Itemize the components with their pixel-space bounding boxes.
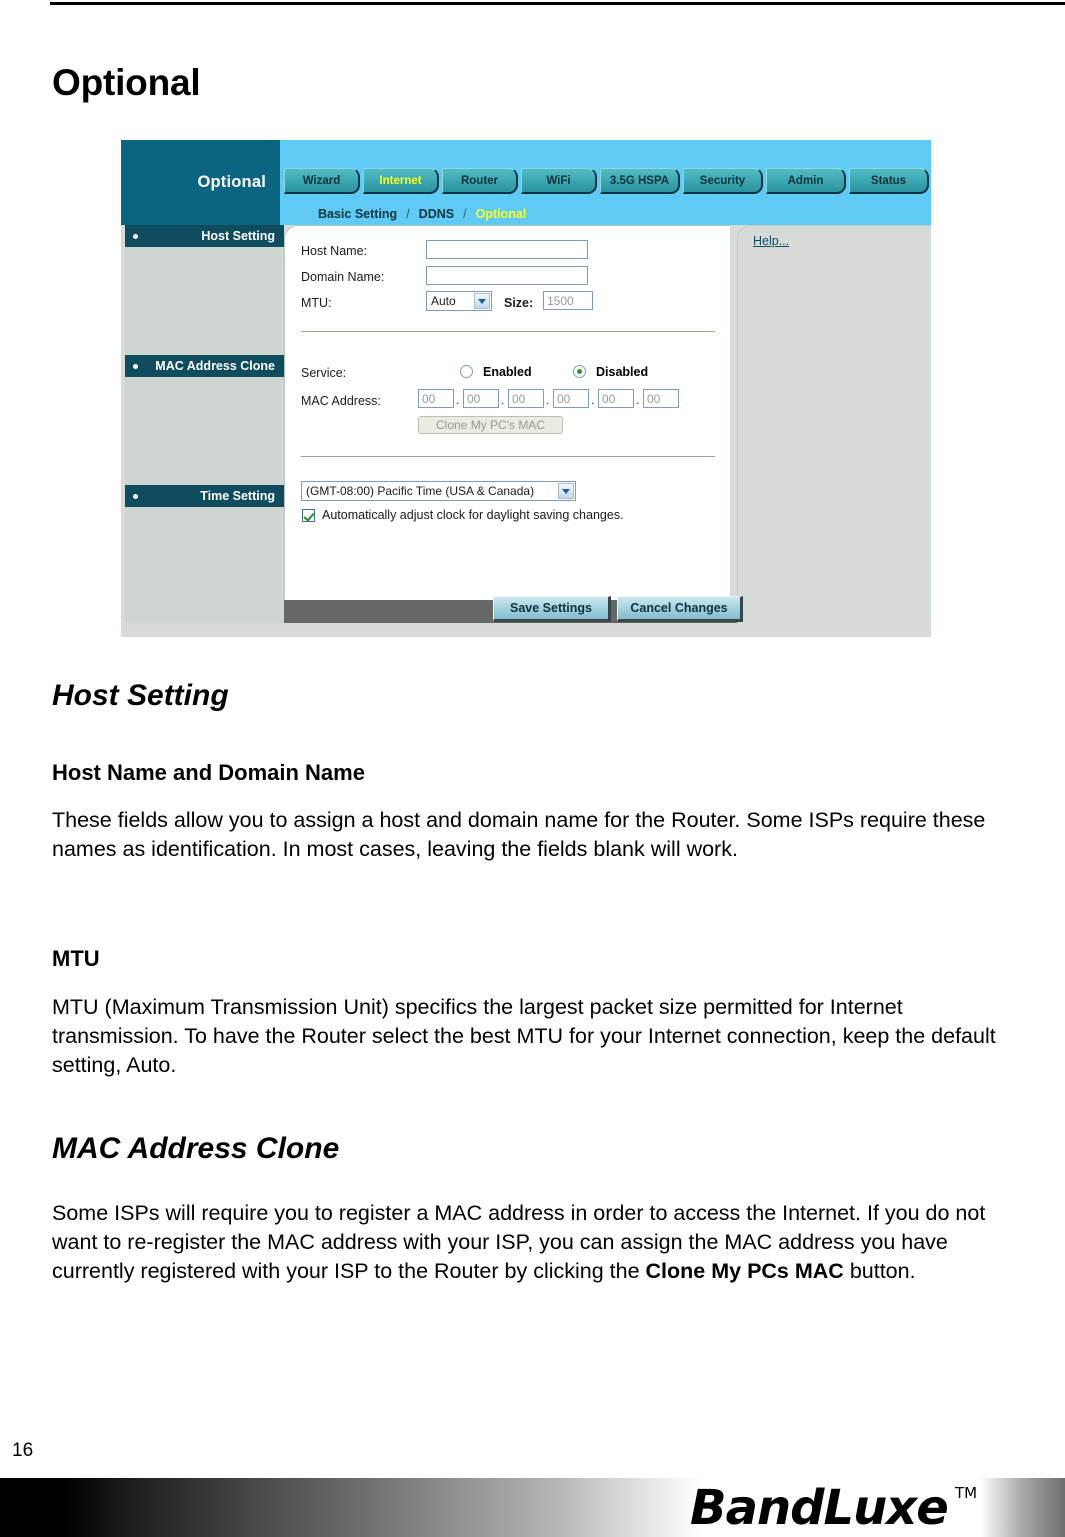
mac-separator: . [636, 393, 640, 407]
mac-octet-6[interactable] [643, 389, 679, 408]
tab-status[interactable]: Status [849, 168, 929, 194]
breadcrumb-item-basic-setting[interactable]: Basic Setting [318, 207, 397, 221]
section-divider [301, 331, 715, 332]
help-panel: Help... [737, 225, 931, 623]
paragraph-bold-term: Clone My PCs MAC [645, 1259, 844, 1283]
sidebar-item-label: Host Setting [201, 229, 275, 243]
service-enabled-radio[interactable] [460, 365, 473, 378]
help-link[interactable]: Help... [753, 234, 789, 248]
mtu-size-input[interactable] [543, 291, 593, 310]
mtu-select[interactable]: Auto [426, 291, 492, 311]
host-name-label: Host Name: [301, 244, 367, 258]
mac-separator: . [456, 393, 460, 407]
tab-security[interactable]: Security [683, 168, 763, 194]
page-number: 16 [12, 1440, 34, 1461]
breadcrumb-separator: / [406, 206, 410, 221]
sidebar-item-label: Time Setting [200, 489, 275, 503]
mac-octet-1[interactable] [418, 389, 454, 408]
mtu-label: MTU: [301, 296, 332, 310]
mtu-size-label: Size: [504, 296, 534, 310]
service-label: Service: [301, 366, 347, 380]
mac-address-label: MAC Address: [301, 394, 381, 408]
section-divider [301, 456, 715, 457]
subsection-heading-mtu: MTU [52, 946, 100, 971]
sidebar-item-time-setting[interactable]: Time Setting [125, 485, 284, 507]
subsection-heading-host-name-domain-name: Host Name and Domain Name [52, 760, 365, 785]
router-body: Host Setting MAC Address Clone Time Sett… [121, 225, 931, 637]
breadcrumb-separator: / [463, 206, 467, 221]
chevron-down-icon [474, 293, 490, 309]
domain-name-label: Domain Name: [301, 270, 385, 284]
daylight-saving-checkbox[interactable] [302, 509, 315, 522]
breadcrumb-item-optional[interactable]: Optional [476, 207, 527, 221]
clone-my-pcs-mac-button[interactable]: Clone My PC's MAC [418, 416, 563, 434]
router-header: Optional Wizard Internet Router WiFi 3.5… [121, 140, 931, 225]
paragraph-host-name-domain-name: These fields allow you to assign a host … [52, 808, 986, 861]
page-top-rule [50, 2, 1065, 5]
breadcrumb-item-ddns[interactable]: DDNS [419, 207, 454, 221]
paragraph-text-suffix: button. [843, 1259, 916, 1283]
sidebar-item-host-setting[interactable]: Host Setting [125, 225, 284, 247]
mtu-select-value: Auto [431, 294, 456, 308]
timezone-select[interactable]: (GMT-08:00) Pacific Time (USA & Canada) [301, 481, 576, 501]
sidebar-item-mac-address-clone[interactable]: MAC Address Clone [125, 355, 284, 377]
trademark-symbol: TM [955, 1484, 978, 1502]
mac-octet-4[interactable] [553, 389, 589, 408]
router-tab-row: Wizard Internet Router WiFi 3.5G HSPA Se… [284, 168, 929, 194]
settings-panel: Host Name: Domain Name: MTU: Auto Size: … [284, 225, 730, 600]
host-name-input[interactable] [426, 240, 588, 259]
timezone-select-value: (GMT-08:00) Pacific Time (USA & Canada) [306, 484, 535, 498]
service-enabled-label: Enabled [483, 365, 532, 379]
tab-3-5g-hspa[interactable]: 3.5G HSPA [600, 168, 680, 194]
mac-octet-2[interactable] [463, 389, 499, 408]
mac-separator: . [501, 393, 505, 407]
section-heading-host-setting: Host Setting [52, 679, 229, 712]
service-disabled-radio[interactable] [573, 365, 586, 378]
section-heading-mac-address-clone: MAC Address Clone [52, 1132, 340, 1165]
router-sidebar: Host Setting MAC Address Clone Time Sett… [125, 225, 284, 623]
bullet-icon [133, 234, 138, 239]
save-settings-button[interactable]: Save Settings [493, 596, 611, 622]
bullet-icon [133, 494, 138, 499]
mac-separator: . [591, 393, 595, 407]
service-disabled-label: Disabled [596, 365, 649, 379]
tab-wizard[interactable]: Wizard [284, 168, 360, 194]
tab-admin[interactable]: Admin [766, 168, 846, 194]
mac-separator: . [546, 393, 550, 407]
router-admin-screenshot: Optional Wizard Internet Router WiFi 3.5… [121, 140, 931, 637]
mac-octet-5[interactable] [598, 389, 634, 408]
paragraph-mtu: MTU (Maximum Transmission Unit) specific… [52, 995, 996, 1077]
tab-internet[interactable]: Internet [363, 168, 439, 194]
sidebar-item-label: MAC Address Clone [155, 359, 275, 373]
chevron-down-icon [558, 483, 574, 499]
mac-octet-3[interactable] [508, 389, 544, 408]
page-title: Optional [52, 62, 201, 103]
daylight-saving-label: Automatically adjust clock for daylight … [322, 508, 624, 522]
router-page-heading: Optional [121, 140, 280, 225]
paragraph-mac-address-clone: Some ISPs will require you to register a… [52, 1199, 997, 1286]
tab-wifi[interactable]: WiFi [521, 168, 597, 194]
tab-router[interactable]: Router [442, 168, 518, 194]
cancel-changes-button[interactable]: Cancel Changes [617, 596, 743, 622]
bandluxe-logo: BandLuxe [690, 1480, 949, 1536]
breadcrumb: Basic Setting / DDNS / Optional [280, 202, 931, 225]
domain-name-input[interactable] [426, 266, 588, 285]
router-tab-bar: Wizard Internet Router WiFi 3.5G HSPA Se… [280, 140, 931, 225]
bullet-icon [133, 364, 138, 369]
